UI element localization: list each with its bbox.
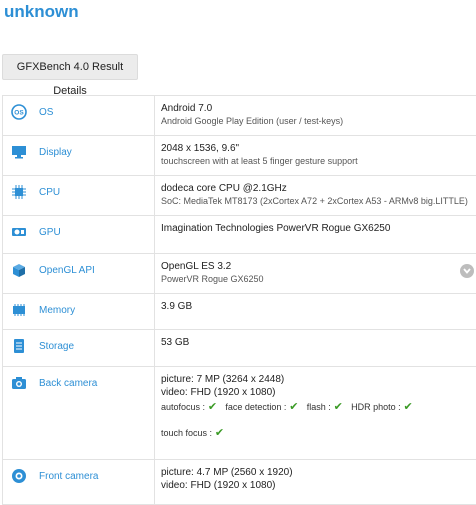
display-value: 2048 x 1536, 9.6" [161, 142, 476, 155]
storage-value: 53 GB [161, 336, 476, 349]
os-icon: OS [10, 103, 28, 121]
back-camera-video: video: FHD (1920 x 1080) [161, 386, 476, 399]
front-camera-picture: picture: 4.7 MP (2560 x 1920) [161, 466, 476, 479]
feature-hdr-photo: HDR photo : [351, 402, 401, 412]
table-row: CPU dodeca core CPU @2.1GHz SoC: MediaTe… [3, 176, 476, 216]
display-icon [10, 143, 28, 161]
cpu-value: dodeca core CPU @2.1GHz [161, 182, 476, 195]
row-label-memory: Memory [39, 305, 75, 316]
table-row: Memory 3.9 GB [3, 294, 476, 330]
check-icon: ✔ [208, 401, 217, 413]
page-title: unknown [4, 2, 79, 22]
specs-table: OS OS Android 7.0 Android Google Play Ed… [2, 95, 476, 505]
opengl-icon [10, 261, 28, 279]
row-label-cpu: CPU [39, 187, 60, 198]
feature-flash: flash : [307, 402, 331, 412]
svg-text:OS: OS [14, 110, 24, 117]
result-details-tab[interactable]: GFXBench 4.0 Result Details [2, 54, 138, 80]
table-row: Storage 53 GB [3, 330, 476, 367]
os-value: Android 7.0 [161, 102, 476, 115]
row-label-front-camera: Front camera [39, 471, 98, 482]
memory-value: 3.9 GB [161, 300, 476, 313]
table-row: GPU Imagination Technologies PowerVR Rog… [3, 216, 476, 254]
check-icon: ✔ [403, 401, 412, 413]
check-icon: ✔ [334, 401, 343, 413]
row-label-display: Display [39, 147, 72, 158]
camera-icon [10, 374, 28, 392]
table-row: OS OS Android 7.0 Android Google Play Ed… [3, 96, 476, 136]
feature-autofocus: autofocus : [161, 402, 205, 412]
opengl-detail: PowerVR Rogue GX6250 [161, 273, 476, 285]
gpu-value: Imagination Technologies PowerVR Rogue G… [161, 222, 476, 235]
check-icon: ✔ [215, 427, 224, 439]
storage-icon [10, 337, 28, 355]
cpu-detail: SoC: MediaTek MT8173 (2xCortex A72 + 2xC… [161, 195, 476, 207]
feature-touch-focus: touch focus : [161, 428, 212, 438]
row-label-opengl: OpenGL API [39, 265, 95, 276]
table-row: Back camera picture: 7 MP (3264 x 2448) … [3, 367, 476, 460]
back-camera-picture: picture: 7 MP (3264 x 2448) [161, 373, 476, 386]
row-label-back-camera: Back camera [39, 378, 97, 389]
row-label-os: OS [39, 107, 53, 118]
front-camera-video: video: FHD (1920 x 1080) [161, 479, 476, 492]
front-camera-icon [10, 467, 28, 485]
table-row: OpenGL API OpenGL ES 3.2 PowerVR Rogue G… [3, 254, 476, 294]
cpu-icon [10, 183, 28, 201]
chevron-down-icon[interactable] [460, 264, 474, 278]
os-detail: Android Google Play Edition (user / test… [161, 115, 476, 127]
row-label-gpu: GPU [39, 227, 61, 238]
gpu-icon [10, 223, 28, 241]
display-detail: touchscreen with at least 5 finger gestu… [161, 155, 476, 167]
memory-icon [10, 301, 28, 319]
feature-face-detection: face detection : [225, 402, 286, 412]
check-icon: ✔ [289, 401, 298, 413]
row-label-storage: Storage [39, 341, 74, 352]
table-row: Front camera picture: 4.7 MP (2560 x 192… [3, 460, 476, 505]
table-row: Display 2048 x 1536, 9.6" touchscreen wi… [3, 136, 476, 176]
opengl-value: OpenGL ES 3.2 [161, 260, 476, 273]
